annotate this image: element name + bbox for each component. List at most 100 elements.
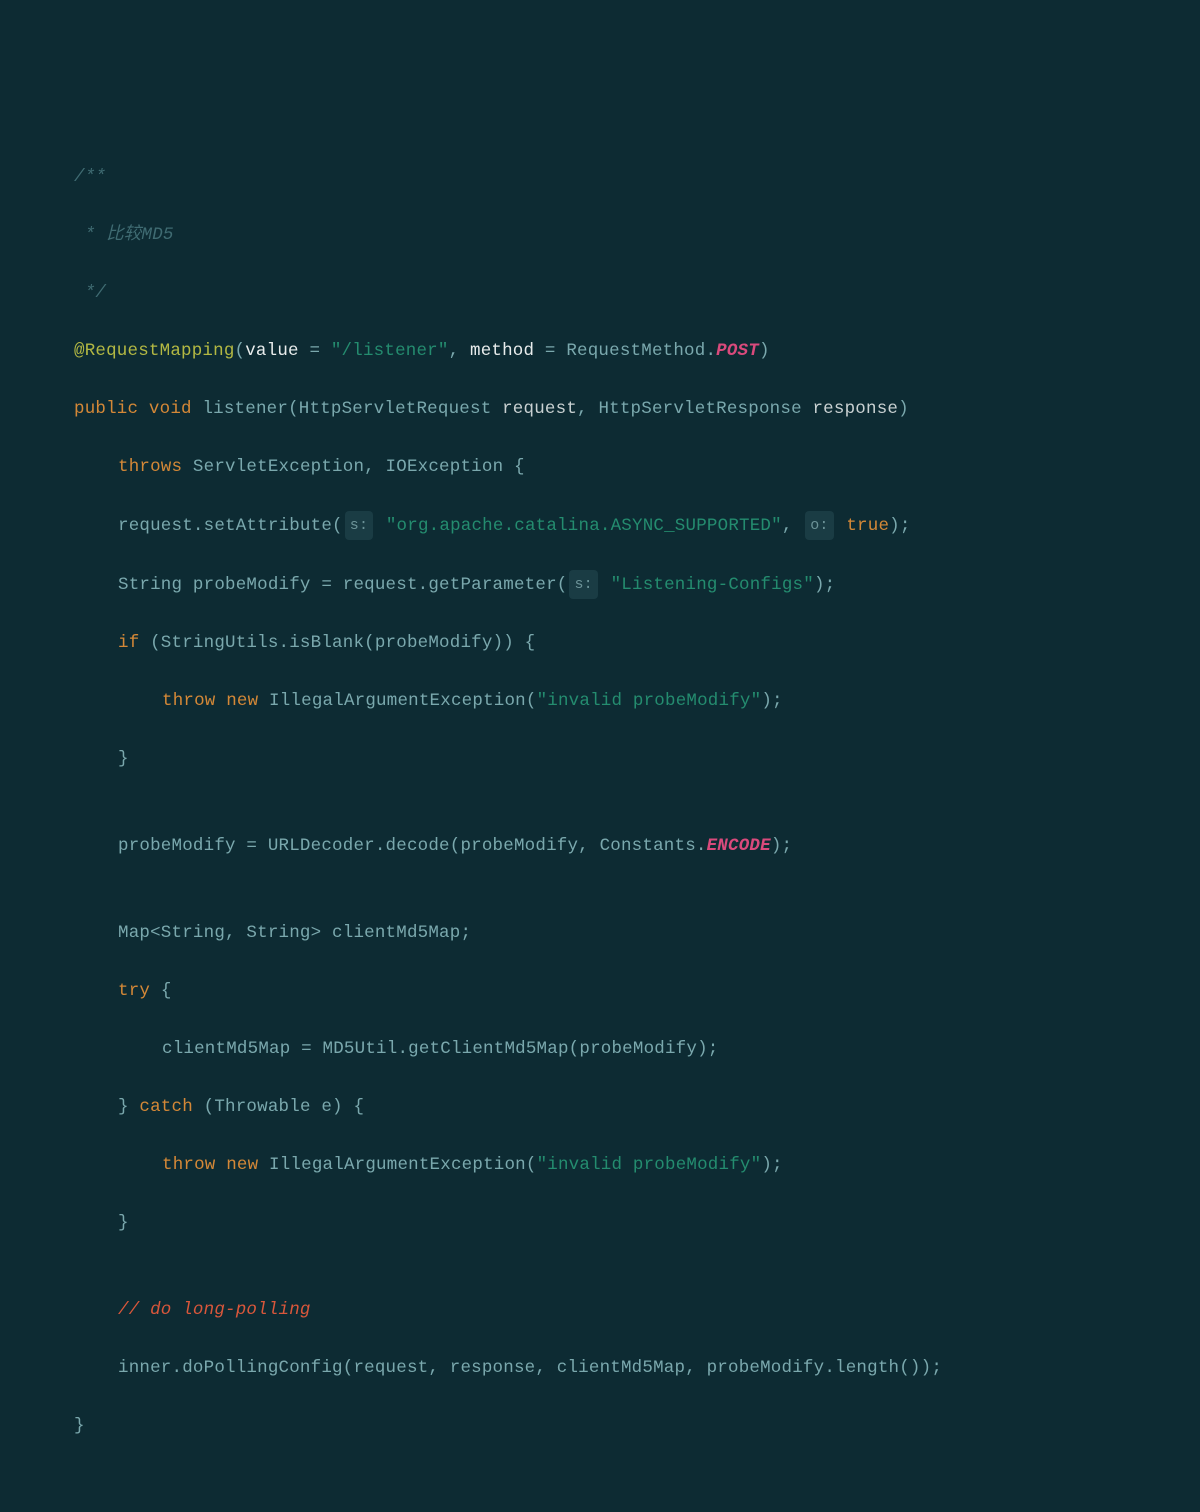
string-literal: "org.apache.catalina.ASYNC_SUPPORTED" xyxy=(386,516,782,536)
code-line: String probeModify = request.getParamete… xyxy=(30,570,1170,600)
keyword: public xyxy=(74,399,138,419)
method-call: clientMd5Map = MD5Util.getClientMd5Map(p… xyxy=(162,1039,719,1059)
method-call: String probeModify = request.getParamete… xyxy=(118,575,567,595)
space xyxy=(258,691,269,711)
code-line: probeModify = URLDecoder.decode(probeMod… xyxy=(30,832,1170,861)
keyword: catch xyxy=(139,1097,193,1117)
code-line: } xyxy=(30,1412,1170,1441)
space xyxy=(836,516,847,536)
param: request xyxy=(502,399,577,419)
space xyxy=(138,399,149,419)
param-hint: s: xyxy=(569,570,597,599)
operator: = xyxy=(299,341,331,361)
method-call: request.setAttribute( xyxy=(118,516,343,536)
paren: ( xyxy=(288,399,299,419)
brace: } xyxy=(118,1097,139,1117)
space xyxy=(150,981,161,1001)
space xyxy=(193,1097,204,1117)
code-line: // do long-polling xyxy=(30,1296,1170,1325)
string-literal: "invalid probeModify" xyxy=(537,1155,762,1175)
code-line: } xyxy=(30,745,1170,774)
code-line: } xyxy=(30,1209,1170,1238)
keyword: try xyxy=(118,981,150,1001)
doc-comment-text: 比较MD5 xyxy=(106,225,174,245)
param-hint: s: xyxy=(345,511,373,540)
space xyxy=(216,691,227,711)
doc-comment: */ xyxy=(74,283,106,303)
space xyxy=(139,633,150,653)
space xyxy=(600,575,611,595)
string-literal: "Listening-Configs" xyxy=(611,575,814,595)
constructor: IllegalArgumentException( xyxy=(269,691,537,711)
method-call: probeModify = URLDecoder.decode(probeMod… xyxy=(118,836,707,856)
code-line: throw new IllegalArgumentException("inva… xyxy=(30,1151,1170,1180)
exception-types: ServletException, IOException xyxy=(193,457,514,477)
space xyxy=(258,1155,269,1175)
string-literal: "/listener" xyxy=(331,341,449,361)
line-end: ); xyxy=(761,691,782,711)
comma: , xyxy=(782,516,803,536)
code-line: * 比较MD5 xyxy=(30,221,1170,250)
brace: { xyxy=(161,981,172,1001)
constructor: IllegalArgumentException( xyxy=(269,1155,537,1175)
brace: } xyxy=(118,749,129,769)
space xyxy=(216,1155,227,1175)
param-hint: o: xyxy=(805,511,833,540)
keyword: void xyxy=(149,399,192,419)
param: response xyxy=(812,399,898,419)
keyword: new xyxy=(226,1155,258,1175)
code-line: try { xyxy=(30,977,1170,1006)
paren: ) xyxy=(759,341,770,361)
annotation: @RequestMapping xyxy=(74,341,235,361)
keyword: throw xyxy=(162,1155,216,1175)
dot: . xyxy=(705,341,716,361)
keyword: throw xyxy=(162,691,216,711)
condition: (StringUtils.isBlank(probeModify)) { xyxy=(150,633,535,653)
code-line: throw new IllegalArgumentException("inva… xyxy=(30,687,1170,716)
code-line: request.setAttribute(s: "org.apache.cata… xyxy=(30,511,1170,541)
space xyxy=(182,457,193,477)
code-line: /** xyxy=(30,163,1170,192)
code-line: @RequestMapping(value = "/listener", met… xyxy=(30,337,1170,366)
keyword: throws xyxy=(118,457,182,477)
constant: ENCODE xyxy=(707,836,771,856)
code-line: throws ServletException, IOException { xyxy=(30,453,1170,482)
line-end: ); xyxy=(771,836,792,856)
line-end: ); xyxy=(761,1155,782,1175)
type-ref: RequestMethod xyxy=(566,341,705,361)
code-line: */ xyxy=(30,279,1170,308)
declaration: Map<String, String> clientMd5Map; xyxy=(118,923,471,943)
keyword: true xyxy=(846,516,889,536)
code-line: Map<String, String> clientMd5Map; xyxy=(30,919,1170,948)
line-end: ); xyxy=(814,575,835,595)
param-type: HttpServletRequest xyxy=(299,399,502,419)
operator: = xyxy=(534,341,566,361)
brace: } xyxy=(118,1213,129,1233)
string-literal: "invalid probeModify" xyxy=(537,691,762,711)
comma: , xyxy=(449,341,470,361)
comma: , xyxy=(577,399,598,419)
brace: } xyxy=(74,1416,85,1436)
code-line: clientMd5Map = MD5Util.getClientMd5Map(p… xyxy=(30,1035,1170,1064)
space xyxy=(192,399,203,419)
line-end: ); xyxy=(889,516,910,536)
paren: ( xyxy=(235,341,246,361)
method-call: inner.doPollingConfig(request, response,… xyxy=(118,1358,942,1378)
keyword: new xyxy=(226,691,258,711)
brace: { xyxy=(514,457,525,477)
catch-clause: (Throwable e) { xyxy=(204,1097,365,1117)
code-line: inner.doPollingConfig(request, response,… xyxy=(30,1354,1170,1383)
paren: ) xyxy=(898,399,909,419)
attr-name: method xyxy=(470,341,534,361)
line-comment: // do long-polling xyxy=(118,1300,311,1320)
code-line: public void listener(HttpServletRequest … xyxy=(30,395,1170,424)
attr-name: value xyxy=(245,341,299,361)
code-editor[interactable]: /** * 比较MD5 */ @RequestMapping(value = "… xyxy=(30,134,1170,1470)
doc-comment: * xyxy=(74,225,106,245)
code-line: if (StringUtils.isBlank(probeModify)) { xyxy=(30,629,1170,658)
space xyxy=(375,516,386,536)
doc-comment: /** xyxy=(74,167,106,187)
keyword: if xyxy=(118,633,139,653)
constant: POST xyxy=(716,341,759,361)
method-name: listener xyxy=(202,399,288,419)
